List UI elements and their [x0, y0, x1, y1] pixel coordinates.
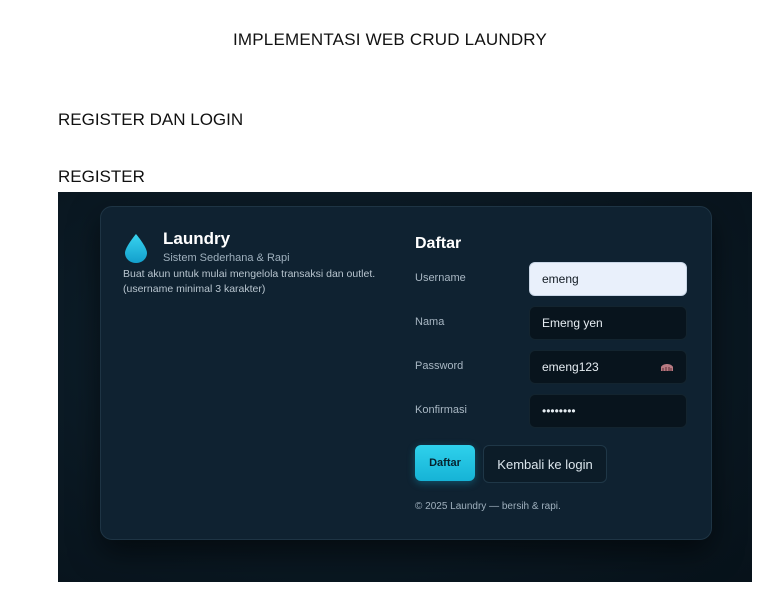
username-value: emeng	[542, 272, 579, 286]
username-row: Username emeng	[415, 262, 687, 296]
eye-off-icon[interactable]	[660, 361, 674, 373]
back-to-login-button[interactable]: Kembali ke login	[483, 445, 607, 483]
nama-value: Emeng yen	[542, 316, 603, 330]
password-row: Password emeng123	[415, 350, 687, 384]
brand-tagline: Sistem Sederhana & Rapi	[163, 252, 290, 264]
konfirmasi-label: Konfirmasi	[415, 404, 467, 416]
nama-row: Nama Emeng yen	[415, 306, 687, 340]
footer-copyright: © 2025 Laundry — bersih & rapi.	[415, 501, 561, 512]
section-heading-register: REGISTER	[58, 167, 145, 186]
username-input[interactable]: emeng	[529, 262, 687, 296]
konfirmasi-input[interactable]: ••••••••	[529, 394, 687, 428]
password-value: emeng123	[542, 360, 599, 374]
register-description: Buat akun untuk mulai mengelola transaks…	[123, 268, 376, 295]
username-label: Username	[415, 272, 466, 284]
password-label: Password	[415, 360, 464, 372]
register-screenshot: Laundry Sistem Sederhana & Rapi Buat aku…	[58, 192, 752, 582]
konfirmasi-value: ••••••••	[542, 404, 576, 418]
daftar-button[interactable]: Daftar	[415, 445, 475, 481]
section-heading-register-login: REGISTER DAN LOGIN	[58, 110, 244, 129]
konfirmasi-row: Konfirmasi ••••••••	[415, 394, 687, 428]
form-title: Daftar	[415, 235, 462, 252]
document-title: IMPLEMENTASI WEB CRUD LAUNDRY	[232, 30, 548, 49]
brand-name: Laundry	[163, 229, 231, 248]
password-input[interactable]: emeng123	[529, 350, 687, 384]
brand: Laundry Sistem Sederhana & Rapi	[123, 229, 290, 265]
register-card: Laundry Sistem Sederhana & Rapi Buat aku…	[100, 206, 712, 540]
water-drop-icon	[125, 234, 147, 263]
nama-input[interactable]: Emeng yen	[529, 306, 687, 340]
nama-label: Nama	[415, 316, 445, 328]
